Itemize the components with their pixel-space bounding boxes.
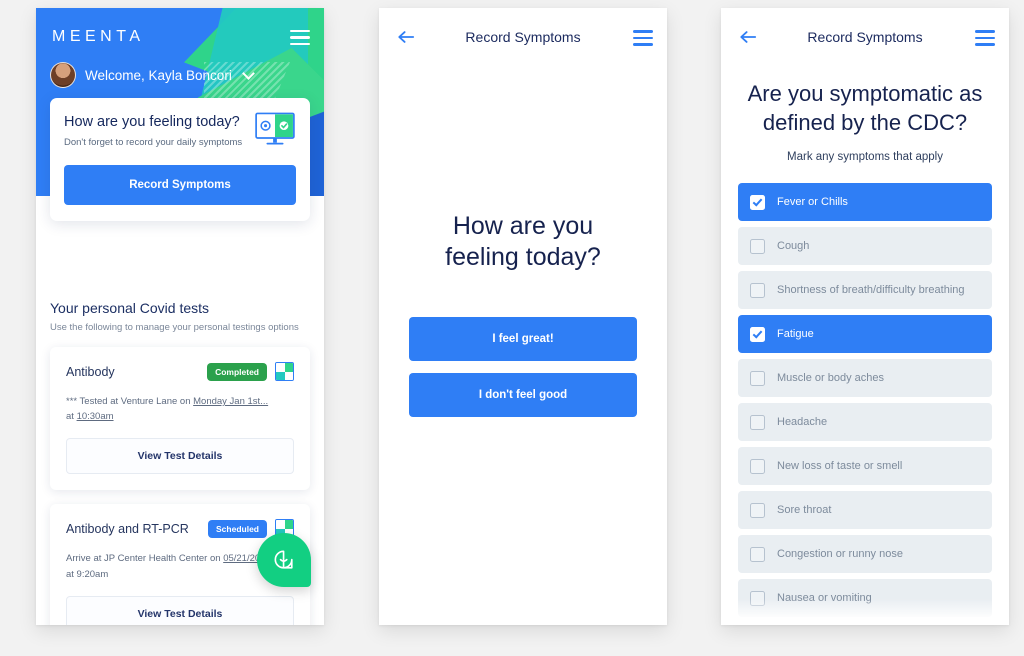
- test-name: Antibody: [66, 364, 115, 379]
- chat-support-icon[interactable]: [257, 533, 311, 587]
- symptoms-topbar: Record Symptoms: [721, 8, 1009, 66]
- symptom-label: Muscle or body aches: [777, 372, 884, 385]
- back-arrow-icon[interactable]: [739, 29, 757, 45]
- symptoms-header: Are you symptomatic as defined by the CD…: [721, 66, 1009, 163]
- test-card-header: Antibody and RT-PCR Scheduled: [66, 519, 294, 539]
- symptom-label: Cough: [777, 240, 810, 253]
- test-meta-line1-pre: *** Tested at Venture Lane on: [66, 396, 194, 407]
- symptom-row[interactable]: Headache: [738, 403, 992, 442]
- symptom-row[interactable]: Shortness of breath/difficulty breathing: [738, 271, 992, 310]
- test-card-status-group: Completed: [207, 362, 294, 381]
- symptom-row[interactable]: Congestion or runny nose: [738, 535, 992, 574]
- user-welcome[interactable]: Welcome, Kayla Boncori: [50, 62, 255, 88]
- checkbox-icon[interactable]: [750, 590, 765, 606]
- feeling-content: How are you feeling today? I feel great!…: [379, 211, 667, 417]
- dont-feel-good-button[interactable]: I don't feel good: [409, 372, 637, 417]
- test-card-header: Antibody Completed: [66, 362, 294, 381]
- symptom-row[interactable]: Sore throat: [738, 491, 992, 530]
- symptom-row[interactable]: Fatigue: [738, 315, 992, 354]
- symptom-row[interactable]: Cough: [738, 227, 992, 266]
- test-meta-line2-pre: at: [66, 411, 77, 423]
- checkbox-icon[interactable]: [750, 502, 765, 518]
- status-badge: Completed: [207, 362, 267, 381]
- feeling-buttons: I feel great! I don't feel good: [409, 316, 637, 417]
- menu-icon[interactable]: [290, 30, 310, 49]
- test-name: Antibody and RT-PCR: [66, 521, 189, 536]
- feeling-question-line1: How are you: [452, 212, 594, 240]
- checkbox-icon[interactable]: [750, 458, 765, 474]
- checkbox-icon[interactable]: [750, 546, 765, 562]
- test-meta-line2-link[interactable]: 10:30am: [77, 411, 114, 422]
- brand-logo: MEENTA: [52, 28, 145, 45]
- monitor-checkmark-icon: [254, 112, 296, 151]
- symptoms-question: Are you symptomatic as defined by the CD…: [739, 80, 991, 137]
- symptom-label: Headache: [777, 416, 828, 429]
- symptom-label: Shortness of breath/difficulty breathing: [777, 284, 965, 297]
- symptoms-panel: Record Symptoms Are you symptomatic as d…: [721, 8, 1009, 625]
- feeling-card: How are you feeling today? Don't forget …: [50, 98, 310, 221]
- symptoms-subtitle: Mark any symptoms that apply: [787, 151, 943, 164]
- check-icon: [752, 196, 763, 207]
- feel-great-button[interactable]: I feel great!: [409, 316, 637, 361]
- feeling-question-line2: feeling today?: [445, 243, 601, 272]
- symptom-label: Sore throat: [777, 504, 832, 517]
- test-meta-line1-pre: Arrive at JP Center Health Center on: [66, 553, 224, 565]
- welcome-label: Welcome, Kayla Boncori: [85, 67, 232, 83]
- test-card: Antibody Completed *** Tested at Venture…: [50, 347, 310, 491]
- symptoms-list: Fever or Chills Cough Shortness of breath/…: [721, 183, 1009, 618]
- checkbox-checked-icon[interactable]: [750, 194, 765, 210]
- symptom-row[interactable]: Fever or Chills: [738, 183, 992, 222]
- symptom-label: New loss of taste or smell: [777, 460, 903, 473]
- checkbox-icon[interactable]: [750, 370, 765, 386]
- test-meta-line1-link[interactable]: Monday Jan 1st...: [193, 396, 268, 407]
- feeling-panel: Record Symptoms How are you feeling toda…: [379, 8, 667, 625]
- checkbox-icon[interactable]: [750, 414, 765, 430]
- symptom-label: Congestion or runny nose: [777, 548, 903, 561]
- section-title: Your personal Covid tests: [50, 300, 210, 316]
- symptoms-question-line1: Are you symptomatic as: [747, 81, 983, 106]
- view-test-details-button[interactable]: View Test Details: [66, 595, 294, 625]
- avatar: [50, 62, 76, 88]
- symptom-row[interactable]: New loss of taste or smell: [738, 447, 992, 486]
- menu-icon[interactable]: [975, 30, 995, 50]
- checkbox-icon[interactable]: [750, 238, 765, 254]
- symptom-label: Nausea or vomiting: [777, 592, 872, 605]
- chevron-down-icon[interactable]: [241, 66, 255, 80]
- feeling-question: How are you feeling today?: [409, 211, 637, 274]
- page-title: Record Symptoms: [465, 29, 581, 45]
- page-title: Record Symptoms: [807, 29, 923, 45]
- symptoms-question-line2: defined by the CDC?: [762, 109, 968, 135]
- test-type-icon: [275, 362, 294, 381]
- menu-icon[interactable]: [633, 30, 653, 50]
- checkbox-icon[interactable]: [750, 282, 765, 298]
- symptom-label: Fever or Chills: [777, 196, 848, 209]
- feeling-topbar: Record Symptoms: [379, 8, 667, 66]
- view-test-details-button[interactable]: View Test Details: [66, 438, 294, 475]
- symptom-label: Fatigue: [777, 328, 814, 341]
- test-meta: *** Tested at Venture Lane on Monday Jan…: [66, 394, 294, 424]
- home-panel: MEENTA Welcome, Kayla Boncori How are yo…: [36, 8, 324, 625]
- record-symptoms-button[interactable]: Record Symptoms: [64, 165, 296, 205]
- checkbox-checked-icon[interactable]: [750, 326, 765, 342]
- screenshot-stage: MEENTA Welcome, Kayla Boncori How are yo…: [0, 0, 1024, 656]
- check-icon: [752, 328, 763, 339]
- back-arrow-icon[interactable]: [397, 29, 415, 45]
- symptom-row[interactable]: Nausea or vomiting: [738, 579, 992, 618]
- section-subtitle: Use the following to manage your persona…: [50, 322, 299, 333]
- status-badge: Scheduled: [208, 519, 267, 538]
- test-meta-line2-pre: at 9:20am: [66, 568, 109, 580]
- symptom-row[interactable]: Muscle or body aches: [738, 359, 992, 398]
